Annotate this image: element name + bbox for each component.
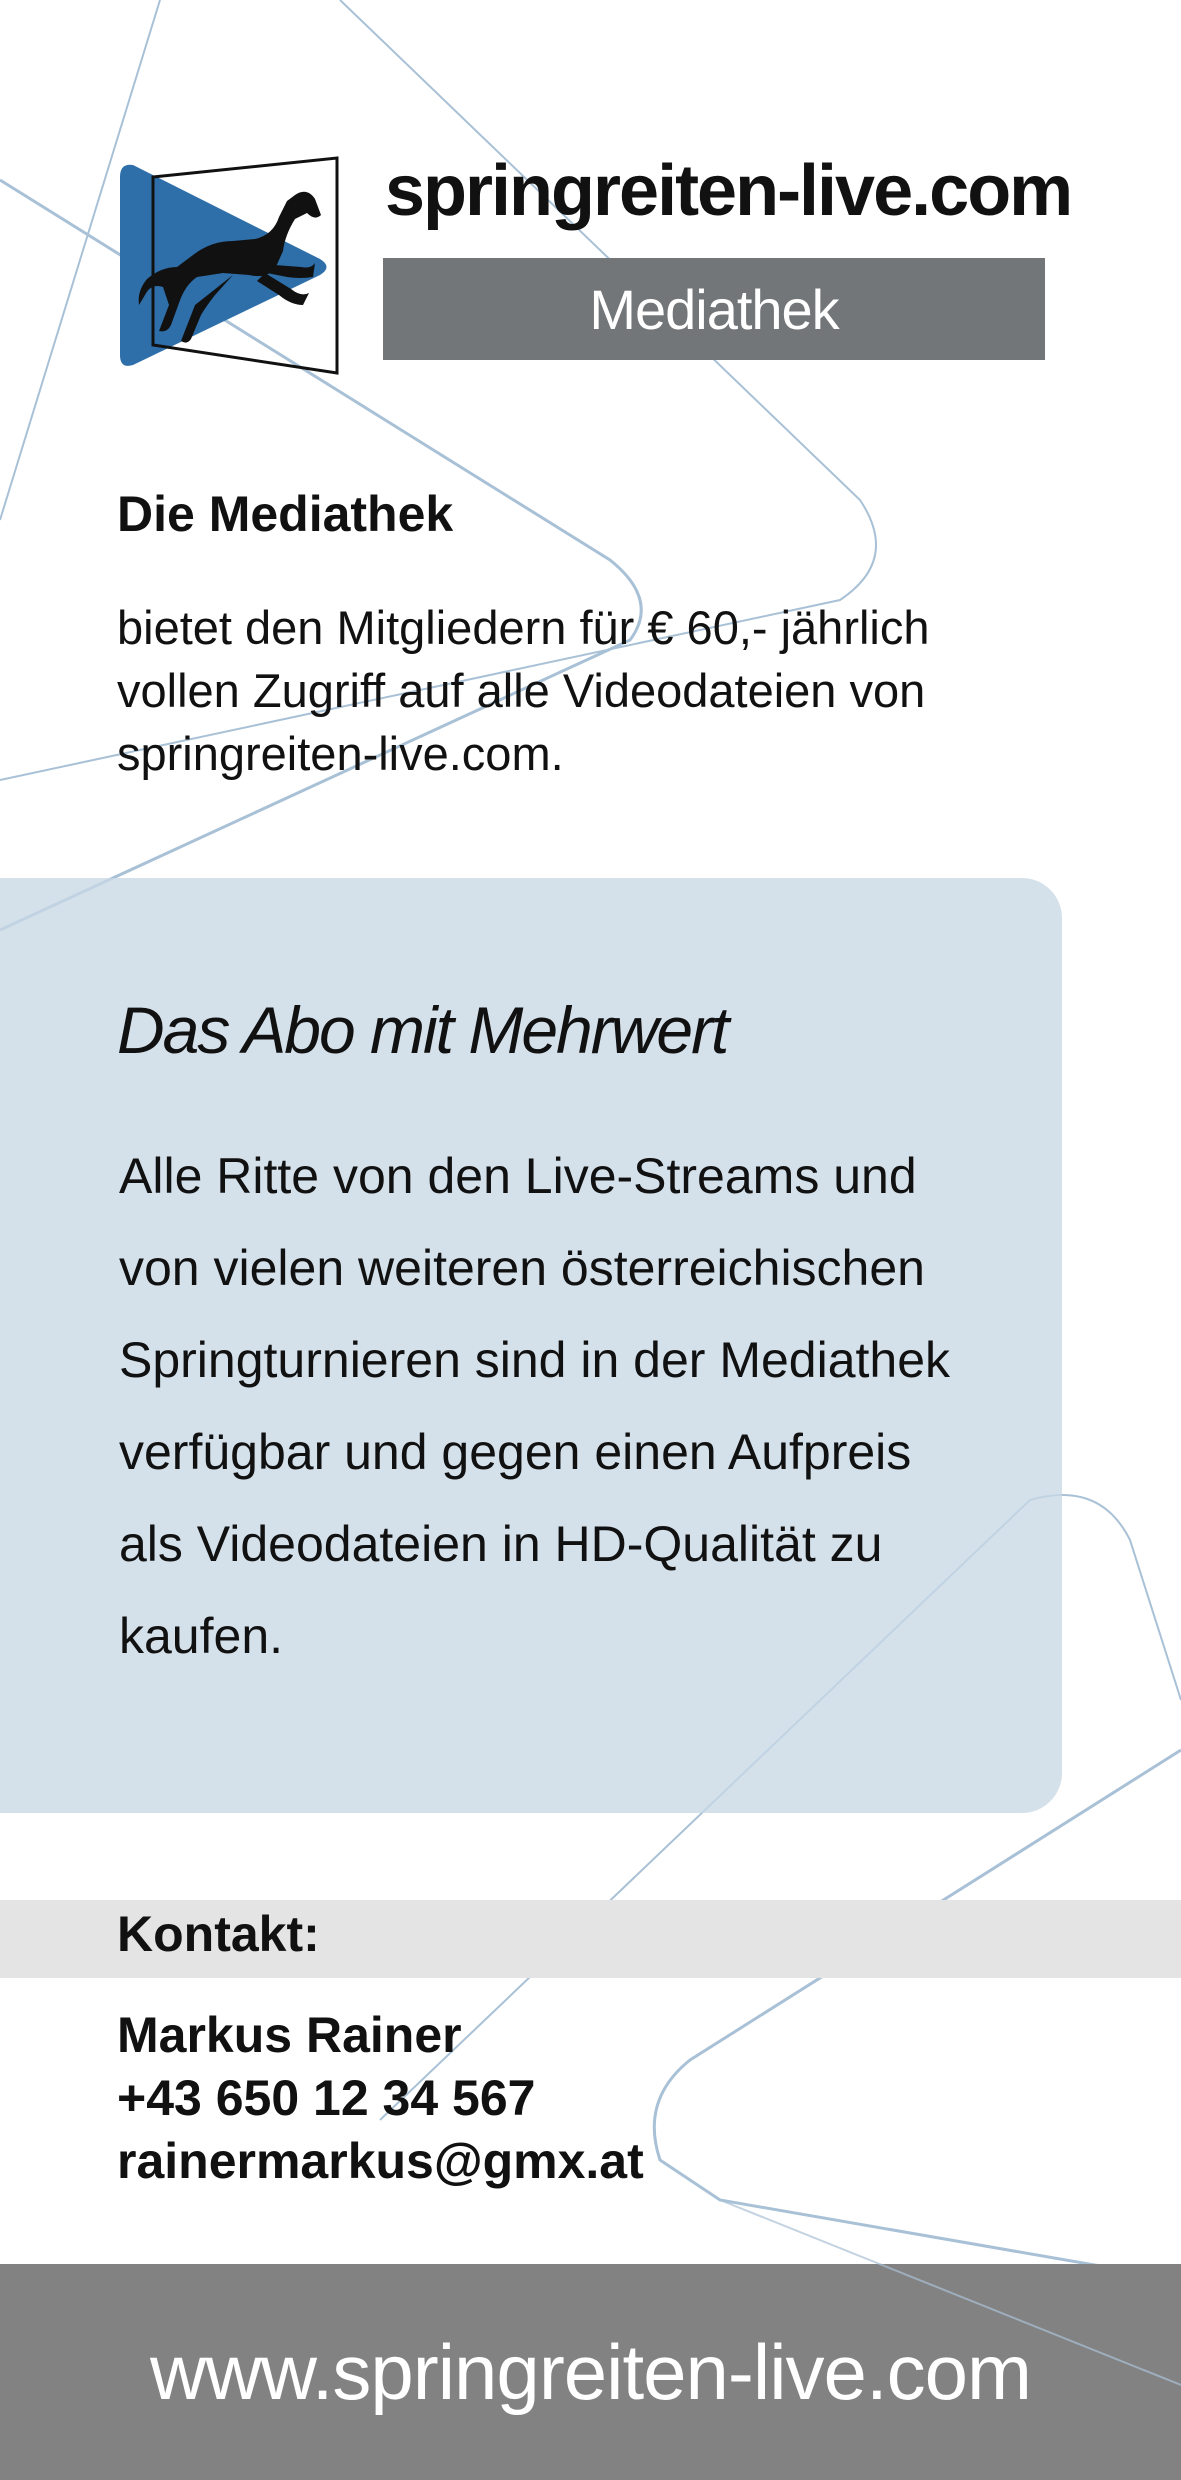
intro-body: bietet den Mitgliedern für € 60,- jährli… [117, 596, 1077, 785]
contact-phone: +43 650 12 34 567 [117, 2070, 536, 2126]
intro-heading: Die Mediathek [117, 486, 454, 542]
intro-body-line: bietet den Mitgliedern für € 60,- jährli… [117, 601, 930, 654]
abo-body-line: kaufen. [119, 1608, 284, 1664]
abo-body-line: Springturnieren sind in der Mediathek [119, 1332, 951, 1388]
abo-body: Alle Ritte von den Live-Streams und von … [119, 1130, 1039, 1682]
footer-url: www.springreiten-live.com [150, 2327, 1032, 2416]
abo-heading: Das Abo mit Mehrwert [117, 993, 729, 1067]
horse-jumping-play-logo-icon [120, 156, 339, 375]
intro-body-line: springreiten-live.com. [117, 727, 564, 780]
abo-body-line: Alle Ritte von den Live-Streams und [119, 1148, 917, 1204]
abo-body-line: von vielen weiteren österreichischen [119, 1240, 925, 1296]
contact-email: rainermarkus@gmx.at [117, 2133, 644, 2189]
abo-body-line: als Videodateien in HD-Qualität zu [119, 1516, 883, 1572]
intro-body-line: vollen Zugriff auf alle Videodateien von [117, 664, 926, 717]
logo [115, 155, 345, 375]
contact-name: Markus Rainer [117, 2007, 462, 2063]
mediathek-badge: Mediathek [383, 258, 1045, 360]
contact-details: Markus Rainer +43 650 12 34 567 rainerma… [117, 2004, 644, 2193]
site-title: springreiten-live.com [385, 151, 1073, 231]
abo-body-line: verfügbar und gegen einen Aufpreis [119, 1424, 912, 1480]
contact-label: Kontakt: [117, 1906, 320, 1962]
